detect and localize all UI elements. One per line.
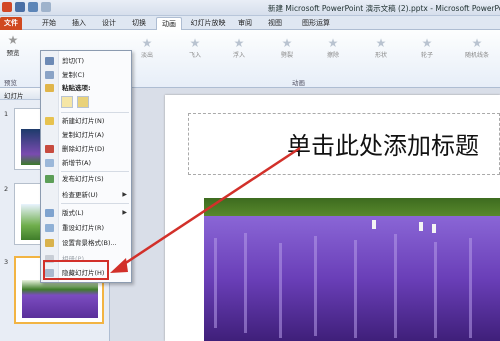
annotation-arrow — [110, 146, 301, 273]
